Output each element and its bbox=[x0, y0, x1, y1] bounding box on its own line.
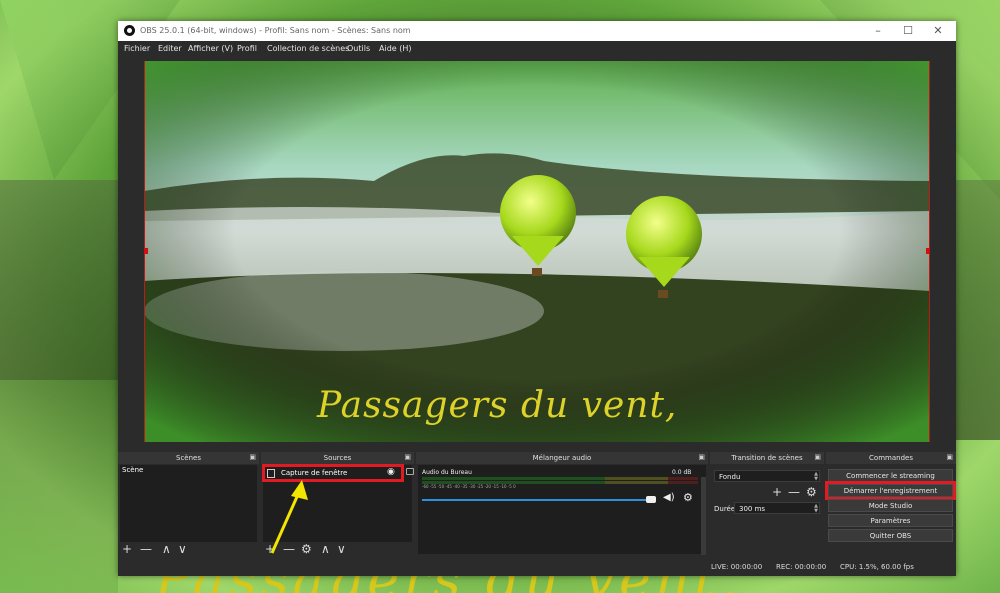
undock-icon[interactable]: ▣ bbox=[814, 453, 821, 461]
undock-icon[interactable]: ▣ bbox=[946, 453, 953, 461]
transitions-dock-title: Transition de scènes bbox=[710, 452, 824, 464]
resize-handle-left[interactable] bbox=[144, 248, 148, 254]
duration-value: 300 ms bbox=[739, 505, 766, 513]
source-label: Capture de fenêtre bbox=[281, 469, 348, 477]
mixer-gear-icon[interactable]: ⚙ bbox=[683, 491, 693, 504]
transition-select-value: Fondu bbox=[719, 473, 741, 481]
transition-select[interactable]: Fondu ▲ ▼ bbox=[714, 470, 820, 482]
meter-scale: -60 -55 -50 -45 -40 -35 -30 -25 -20 -15 … bbox=[422, 484, 516, 489]
level-meter-left bbox=[422, 477, 698, 480]
obs-window: OBS 25.0.1 (64-bit, windows) - Profil: S… bbox=[118, 21, 956, 576]
menu-fichier[interactable]: Fichier bbox=[124, 44, 150, 53]
add-scene-button[interactable]: + bbox=[122, 542, 132, 556]
sources-toolbar: + — ⚙ ∧ ∨ bbox=[263, 542, 412, 556]
remove-scene-button[interactable]: — bbox=[140, 542, 152, 556]
sources-list[interactable]: Capture de fenêtre ◉ bbox=[262, 464, 414, 542]
rec-timer: REC: 00:00:00 bbox=[776, 563, 827, 571]
resize-handle-right[interactable] bbox=[926, 248, 930, 254]
volume-slider[interactable] bbox=[422, 499, 652, 501]
controls-dock: Commandes ▣ Commencer le streaming Démar… bbox=[825, 452, 956, 556]
start-streaming-button[interactable]: Commencer le streaming bbox=[828, 469, 953, 482]
mixer-body: Audio du Bureau 0.0 dB -60 -55 -50 -45 -… bbox=[418, 465, 706, 555]
start-recording-button[interactable]: Démarrer l'enregistrement bbox=[825, 481, 956, 500]
duration-label: Durée bbox=[714, 505, 736, 513]
wallpaper-shape bbox=[0, 180, 118, 380]
transition-gear-icon[interactable]: ⚙ bbox=[806, 485, 817, 499]
move-down-button[interactable]: ∨ bbox=[178, 542, 187, 556]
menu-bar: Fichier Editer Afficher (V) Profil Colle… bbox=[118, 41, 956, 58]
add-transition-button[interactable]: + bbox=[772, 485, 782, 499]
volume-slider-knob[interactable] bbox=[646, 496, 656, 503]
mixer-track-level: 0.0 dB bbox=[672, 469, 692, 476]
mixer-scrollbar[interactable] bbox=[701, 477, 706, 555]
undock-icon[interactable]: ▣ bbox=[404, 453, 411, 461]
menu-editer[interactable]: Editer bbox=[158, 44, 182, 53]
sources-dock-title: Sources bbox=[261, 452, 414, 464]
wallpaper-shape bbox=[0, 380, 118, 593]
live-timer: LIVE: 00:00:00 bbox=[711, 563, 763, 571]
scenes-dock-title: Scènes bbox=[118, 452, 259, 464]
maximize-button[interactable]: ☐ bbox=[893, 22, 923, 40]
exit-obs-button[interactable]: Quitter OBS bbox=[828, 529, 953, 542]
move-up-button[interactable]: ∧ bbox=[162, 542, 171, 556]
sources-dock: Sources ▣ Capture de fenêtre ◉ + — ⚙ ∧ ∨ bbox=[261, 452, 414, 556]
preview-canvas[interactable]: Passagers du vent, bbox=[144, 61, 930, 442]
transitions-dock: Transition de scènes ▣ Fondu ▲ ▼ + — ⚙ Du… bbox=[710, 452, 824, 556]
obs-logo-icon bbox=[124, 25, 135, 36]
chevron-updown-icon: ▲ ▼ bbox=[814, 471, 818, 482]
minimize-button[interactable]: – bbox=[863, 22, 893, 40]
remove-source-button[interactable]: — bbox=[283, 542, 295, 556]
remove-transition-button[interactable]: — bbox=[788, 485, 800, 499]
menu-aide[interactable]: Aide (H) bbox=[379, 44, 412, 53]
visibility-eye-icon[interactable]: ◉ bbox=[387, 467, 395, 477]
duration-input[interactable]: 300 ms ▲ ▼ bbox=[734, 502, 820, 514]
title-bar: OBS 25.0.1 (64-bit, windows) - Profil: S… bbox=[118, 21, 956, 41]
preview-caption: Passagers du vent, bbox=[317, 385, 678, 426]
scenes-dock: Scènes ▣ Scène + — ∧ ∨ bbox=[118, 452, 259, 556]
menu-outils[interactable]: Outils bbox=[347, 44, 370, 53]
mixer-track-name: Audio du Bureau bbox=[422, 469, 472, 476]
menu-afficher[interactable]: Afficher (V) bbox=[188, 44, 233, 53]
source-properties-gear-icon[interactable]: ⚙ bbox=[301, 542, 312, 556]
menu-profil[interactable]: Profil bbox=[237, 44, 257, 53]
mixer-dock-title: Mélangeur audio bbox=[416, 452, 708, 464]
undock-icon[interactable]: ▣ bbox=[249, 453, 256, 461]
settings-button[interactable]: Paramètres bbox=[828, 514, 953, 527]
move-down-button[interactable]: ∨ bbox=[337, 542, 346, 556]
scenes-toolbar: + — ∧ ∨ bbox=[120, 542, 257, 556]
speaker-icon[interactable]: ◀) bbox=[663, 492, 675, 503]
lock-icon[interactable] bbox=[406, 468, 414, 475]
scenes-list[interactable]: Scène bbox=[120, 465, 257, 542]
studio-mode-button[interactable]: Mode Studio bbox=[828, 499, 953, 512]
source-item-window-capture[interactable]: Capture de fenêtre ◉ bbox=[262, 464, 404, 482]
menu-collection-scenes[interactable]: Collection de scènes bbox=[267, 44, 349, 53]
list-item[interactable]: Scène bbox=[122, 466, 143, 474]
wallpaper-shape bbox=[956, 180, 1000, 440]
undock-icon[interactable]: ▣ bbox=[698, 453, 705, 461]
chevron-updown-icon: ▲ ▼ bbox=[814, 503, 818, 514]
controls-dock-title: Commandes bbox=[826, 452, 956, 464]
move-up-button[interactable]: ∧ bbox=[321, 542, 330, 556]
dock-area: Scènes ▣ Scène + — ∧ ∨ Sources ▣ Capture… bbox=[118, 452, 956, 556]
audio-mixer-dock: Mélangeur audio ▣ Audio du Bureau 0.0 dB… bbox=[416, 452, 708, 556]
cpu-fps: CPU: 1.5%, 60.00 fps bbox=[840, 563, 914, 571]
window-title: OBS 25.0.1 (64-bit, windows) - Profil: S… bbox=[140, 26, 411, 35]
add-source-button[interactable]: + bbox=[265, 542, 275, 556]
source-type-icon bbox=[267, 469, 275, 478]
status-bar: LIVE: 00:00:00 REC: 00:00:00 CPU: 1.5%, … bbox=[118, 558, 956, 576]
close-button[interactable]: ✕ bbox=[923, 22, 953, 40]
